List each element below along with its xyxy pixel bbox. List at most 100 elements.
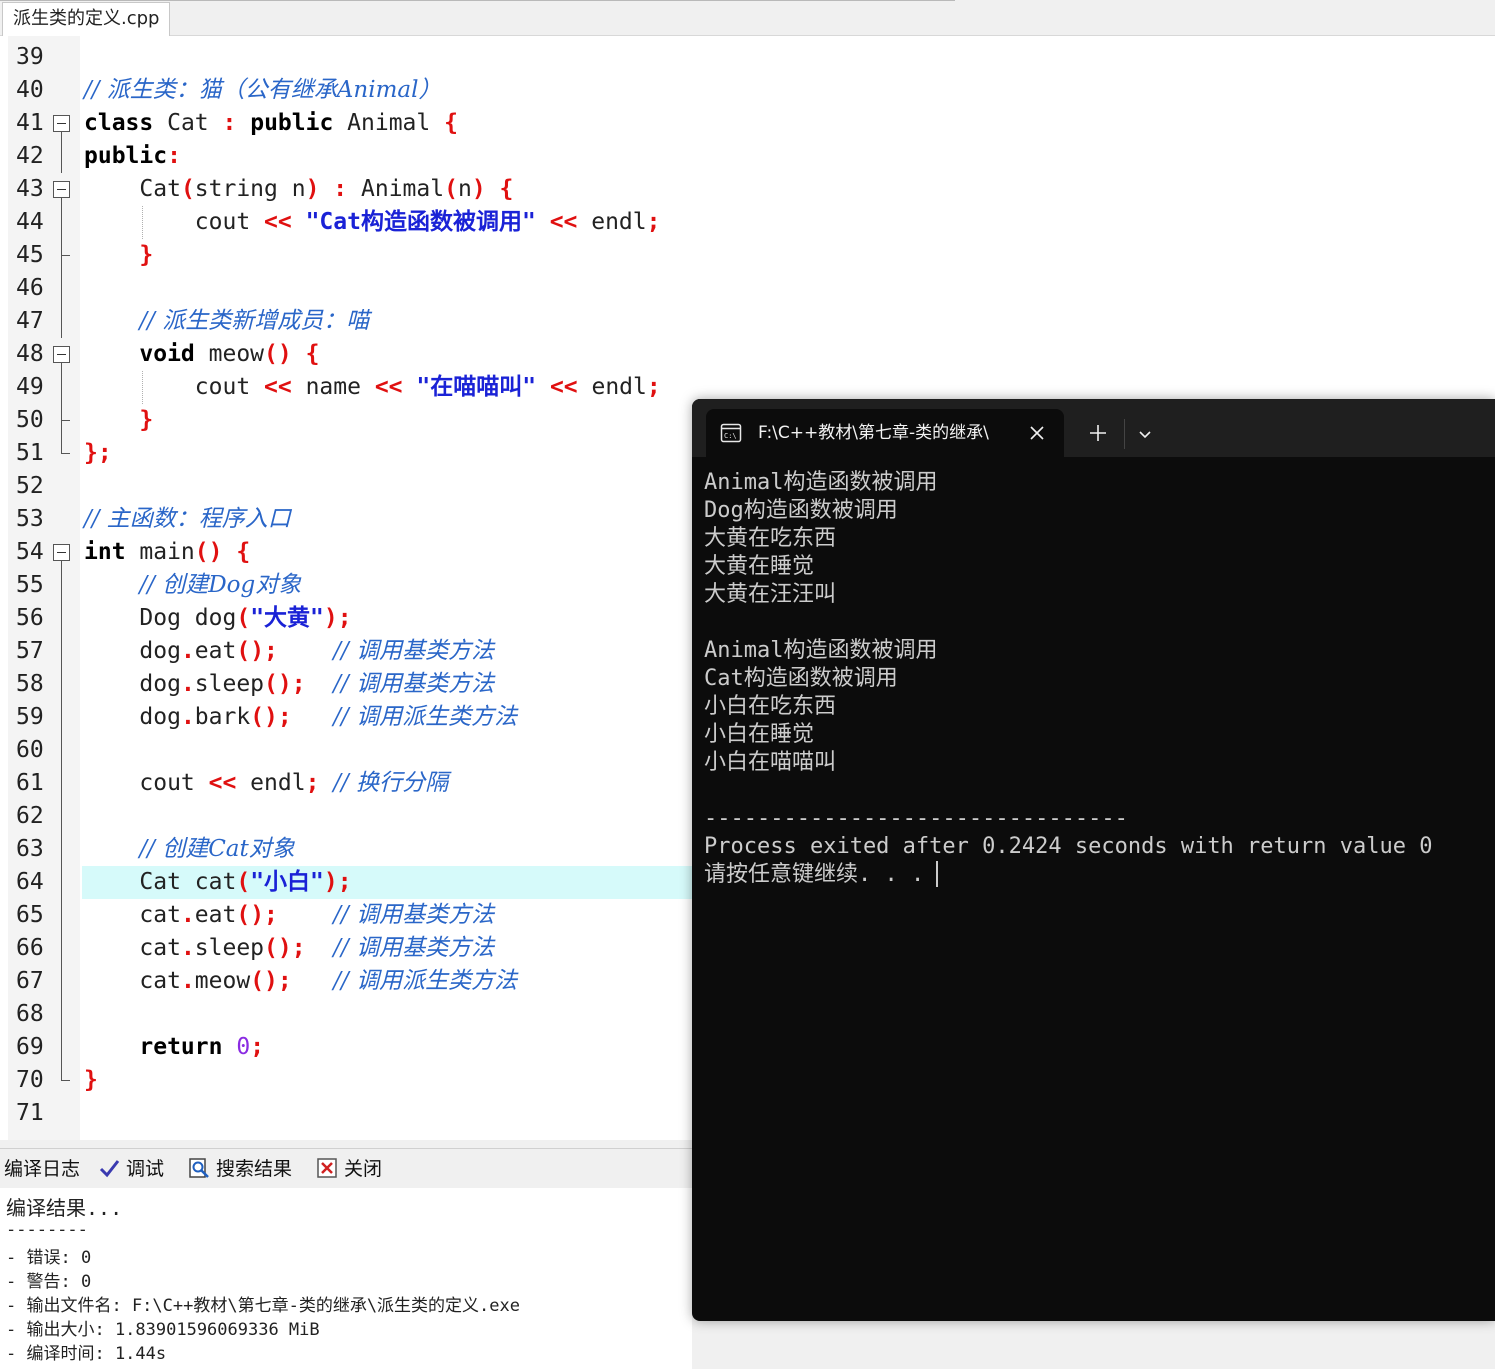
- terminal-line: Animal构造函数被调用: [704, 470, 938, 495]
- terminal-line: 小白在吃东西: [704, 694, 837, 719]
- line-number: 67: [16, 968, 44, 994]
- tab-debug[interactable]: 调试: [98, 1153, 164, 1185]
- tab-close-label: 关闭: [344, 1158, 383, 1180]
- tab-compile-log-label: 编译日志: [4, 1158, 81, 1180]
- line-number: 48: [16, 341, 44, 367]
- checkmark-icon: [99, 1160, 120, 1178]
- code-text: }: [84, 1067, 98, 1093]
- code-text: // 派生类：猫（公有继承Animal）: [84, 77, 442, 103]
- code-line[interactable]: 41 class Cat : public Animal {: [0, 107, 1495, 140]
- line-number: 54: [16, 539, 44, 565]
- tab-compile-log[interactable]: 编译日志: [4, 1153, 80, 1185]
- code-text: return 0;: [139, 1034, 265, 1060]
- chevron-down-icon[interactable]: [1136, 425, 1154, 443]
- text-cursor: [936, 861, 939, 887]
- line-number: 40: [16, 77, 44, 103]
- line-number: 53: [16, 506, 44, 532]
- terminal-line: Cat构造函数被调用: [704, 666, 898, 691]
- close-window-icon: [317, 1158, 337, 1178]
- line-number: 59: [16, 704, 44, 730]
- code-text: dog.eat(); // 调用基类方法: [84, 638, 495, 664]
- code-line[interactable]: 40 // 派生类：猫（公有继承Animal）: [0, 74, 1495, 107]
- log-line: 编译结果...: [6, 1196, 123, 1220]
- tab-search-results[interactable]: 搜索结果: [188, 1153, 292, 1185]
- code-text: dog.bark(); // 调用派生类方法: [84, 704, 518, 730]
- terminal-line: 大黄在睡觉: [704, 554, 815, 579]
- code-line[interactable]: 47 // 派生类新增成员：喵: [0, 305, 1495, 338]
- line-number: 64: [16, 869, 44, 895]
- line-number: 52: [16, 473, 44, 499]
- code-line[interactable]: 39: [0, 41, 1495, 74]
- terminal-line: 小白在喵喵叫: [704, 750, 837, 775]
- log-line: - 输出大小: 1.83901596069336 MiB: [6, 1320, 320, 1340]
- line-number: 43: [16, 176, 44, 202]
- code-text: // 派生类新增成员：喵: [139, 308, 370, 334]
- code-line[interactable]: 46: [0, 272, 1495, 305]
- close-tab-icon[interactable]: [1028, 424, 1046, 442]
- code-text: dog.sleep(); // 调用基类方法: [84, 671, 495, 697]
- code-text: Cat cat("小白");: [84, 869, 352, 895]
- terminal-line: Process exited after 0.2424 seconds with…: [704, 834, 1433, 859]
- line-number: 47: [16, 308, 44, 334]
- line-number: 45: [16, 242, 44, 268]
- file-tab[interactable]: 派生类的定义.cpp: [2, 2, 171, 36]
- terminal-line: Dog构造函数被调用: [704, 498, 898, 523]
- line-number: 71: [16, 1100, 44, 1126]
- line-number: 58: [16, 671, 44, 697]
- fold-toggle-icon[interactable]: [53, 346, 70, 363]
- line-number: 60: [16, 737, 44, 763]
- tab-search-results-label: 搜索结果: [216, 1158, 293, 1180]
- terminal-tab-title: F:\C++教材\第七章-类的继承\: [758, 423, 989, 443]
- code-text: cat.meow(); // 调用派生类方法: [84, 968, 518, 994]
- log-line: - 编译时间: 1.44s: [6, 1344, 167, 1364]
- fold-toggle-icon[interactable]: [53, 544, 70, 561]
- terminal-output: Animal构造函数被调用 Dog构造函数被调用 大黄在吃东西 大黄在睡觉 大黄…: [704, 469, 1484, 889]
- code-text: int main() {: [84, 539, 251, 565]
- code-text: public:: [84, 143, 181, 169]
- log-line: - 错误: 0: [6, 1248, 92, 1268]
- terminal-tab[interactable]: C:\ F:\C++教材\第七章-类的继承\: [706, 409, 1064, 457]
- tab-close[interactable]: 关闭: [316, 1153, 382, 1185]
- code-text: Cat(string n) : Animal(n) {: [84, 176, 514, 202]
- svg-text:C:\: C:\: [724, 432, 737, 440]
- line-number: 68: [16, 1001, 44, 1027]
- code-line[interactable]: 43 Cat(string n) : Animal(n) {: [0, 173, 1495, 206]
- log-line: - 输出文件名: F:\C++教材\第七章-类的继承\派生类的定义.exe: [6, 1296, 520, 1316]
- line-number: 62: [16, 803, 44, 829]
- code-text: void meow() {: [139, 341, 320, 367]
- line-number: 66: [16, 935, 44, 961]
- terminal-line: 小白在睡觉: [704, 722, 815, 747]
- code-line[interactable]: 48 void meow() {: [0, 338, 1495, 371]
- line-number: 65: [16, 902, 44, 928]
- fold-toggle-icon[interactable]: [53, 181, 70, 198]
- code-line[interactable]: 42 public:: [0, 140, 1495, 173]
- log-line: - 警告: 0: [6, 1272, 92, 1292]
- code-line[interactable]: 44 cout << "Cat构造函数被调用" << endl;: [0, 206, 1495, 239]
- log-line: --------: [6, 1220, 88, 1240]
- code-line[interactable]: 45 }: [0, 239, 1495, 272]
- code-text: // 主函数：程序入口: [84, 506, 291, 532]
- file-tab-strip: 派生类的定义.cpp: [0, 0, 1495, 36]
- terminal-line: Animal构造函数被调用: [704, 638, 938, 663]
- search-document-icon: [189, 1158, 209, 1178]
- line-number: 42: [16, 143, 44, 169]
- fold-toggle-icon[interactable]: [53, 115, 70, 132]
- line-number: 70: [16, 1067, 44, 1093]
- line-number: 51: [16, 440, 44, 466]
- terminal-titlebar: C:\ F:\C++教材\第七章-类的继承\: [692, 399, 1495, 457]
- plus-icon[interactable]: [1088, 423, 1108, 443]
- tab-debug-label: 调试: [126, 1158, 165, 1180]
- code-text: cout << "Cat构造函数被调用" << endl;: [84, 209, 661, 235]
- compile-log-panel: 编译结果... -------- - 错误: 0 - 警告: 0 - 输出文件名…: [0, 1188, 692, 1369]
- line-number: 55: [16, 572, 44, 598]
- code-text: cout << name << "在喵喵叫" << endl;: [84, 374, 661, 400]
- line-number: 56: [16, 605, 44, 631]
- terminal-app-icon: C:\: [720, 423, 742, 443]
- line-number: 44: [16, 209, 44, 235]
- terminal-window[interactable]: C:\ F:\C++教材\第七章-类的继承\ Animal构造函数被调用 Dog…: [692, 399, 1495, 1321]
- code-text: cat.eat(); // 调用基类方法: [84, 902, 495, 928]
- line-number: 49: [16, 374, 44, 400]
- line-number: 46: [16, 275, 44, 301]
- bottom-panel-tabs: 编译日志 调试 搜索结果 关闭: [0, 1148, 692, 1187]
- terminal-line: 大黄在汪汪叫: [704, 582, 837, 607]
